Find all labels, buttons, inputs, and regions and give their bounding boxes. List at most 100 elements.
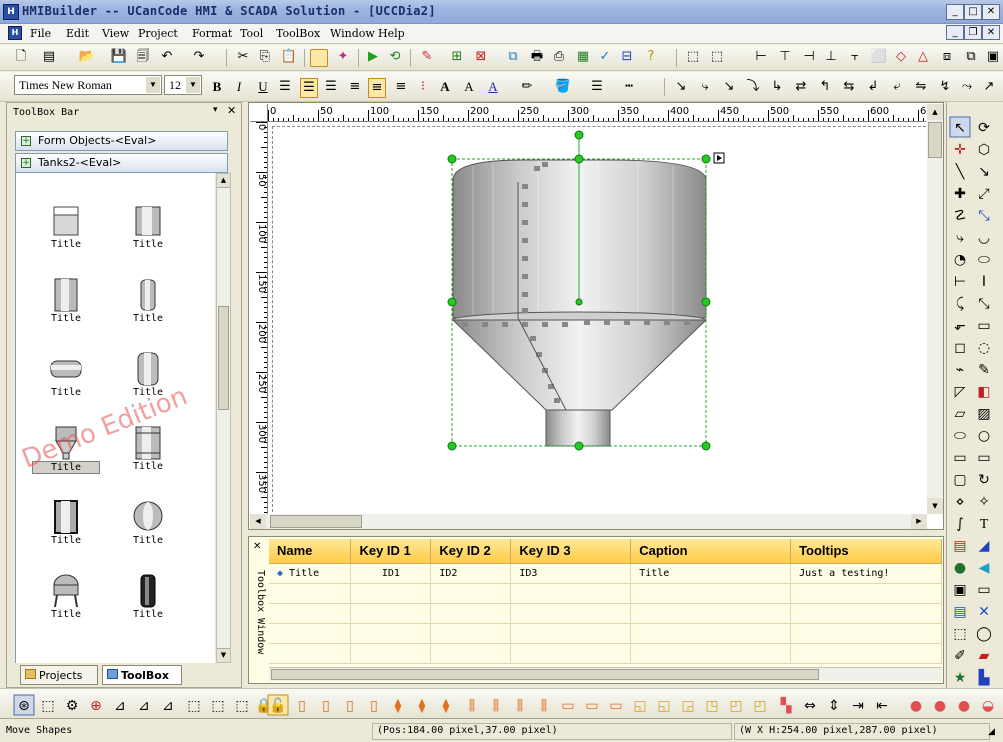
grow-font-icon[interactable]: A (436, 78, 454, 96)
connector-12-icon[interactable]: ↯ (936, 78, 954, 96)
scroll-up-icon[interactable]: ▲ (217, 174, 230, 188)
close-panel-icon[interactable]: ✕ (227, 104, 236, 117)
table-row[interactable] (269, 583, 942, 604)
page-setup-icon[interactable]: ⎙ (550, 48, 568, 66)
col-caption[interactable]: Caption (630, 539, 792, 564)
toolbox-scrollbar[interactable]: ▲ ▼ (216, 173, 231, 663)
connector-13-icon[interactable]: ⤳ (958, 78, 976, 96)
underline-button[interactable]: U (254, 78, 272, 96)
cell-tooltips[interactable]: Just a testing! (790, 563, 942, 584)
tank-item[interactable]: Title (34, 277, 98, 324)
group-tanks2[interactable]: + Tanks2-<Eval> (15, 153, 228, 173)
scroll-thumb[interactable] (271, 669, 819, 680)
doc-restore-button[interactable]: ❐ (964, 25, 982, 40)
doc-minimize-button[interactable]: _ (946, 25, 964, 40)
format-painter-icon[interactable]: ✓ (596, 48, 614, 66)
print-icon[interactable]: 🖶 (528, 48, 546, 66)
col-key3[interactable]: Key ID 3 (510, 539, 632, 564)
properties-icon[interactable]: ✦ (334, 48, 352, 66)
close-button[interactable]: ✕ (982, 4, 1000, 20)
order-icon[interactable]: ▣ (984, 48, 1002, 66)
menu-tool[interactable]: Tool (240, 27, 263, 40)
group-icon[interactable]: ⧈ (938, 48, 956, 66)
connector-6-icon[interactable]: ⇄ (792, 78, 810, 96)
save-all-icon[interactable]: 🗐 (134, 48, 152, 66)
tab-toolbox[interactable]: ToolBox (102, 665, 182, 685)
menu-edit[interactable]: Edit (66, 27, 89, 40)
col-name[interactable]: Name (269, 539, 352, 564)
cell-key3[interactable]: ID3 (510, 563, 632, 584)
connector-2-icon[interactable]: ⤷ (696, 78, 714, 96)
menu-file[interactable]: File (30, 27, 51, 40)
paste-icon[interactable]: 📋 (280, 48, 298, 66)
valign-bottom-icon[interactable]: ≡ (392, 78, 410, 96)
rotate-icon[interactable]: ◇ (892, 48, 910, 66)
scroll-down-icon[interactable]: ▼ (927, 498, 943, 514)
tank-item[interactable]: Title (116, 351, 180, 398)
menu-window[interactable]: Window (330, 27, 375, 40)
save-icon[interactable]: 💾 (110, 48, 128, 66)
canvas-hscrollbar[interactable]: ◀ ▶ (250, 514, 927, 529)
scroll-down-icon[interactable]: ▼ (217, 648, 230, 662)
cell-key2[interactable]: ID2 (430, 563, 512, 584)
connector-10-icon[interactable]: ⤶ (888, 78, 906, 96)
connector-7-icon[interactable]: ↰ (816, 78, 834, 96)
undo-icon[interactable]: ↶ (158, 48, 176, 66)
canvas-vscrollbar[interactable]: ▲ ▼ (927, 104, 943, 514)
bold-button[interactable]: B (208, 78, 226, 96)
maximize-button[interactable]: □ (964, 4, 982, 20)
tank-item[interactable]: Title (116, 203, 180, 250)
add-page-icon[interactable]: ⊞ (448, 48, 466, 66)
fill-color-icon[interactable]: 🪣 (554, 78, 572, 96)
delete-page-icon[interactable]: ⊠ (472, 48, 490, 66)
line-style-icon[interactable]: ┅ (620, 78, 638, 96)
align-left-text-icon[interactable]: ☰ (276, 78, 294, 96)
copy-icon[interactable]: ⎘ (256, 48, 274, 66)
font-select[interactable]: Times New Roman ▼ (14, 75, 162, 95)
line-color-icon[interactable]: ✏ (518, 78, 536, 96)
align-right-text-icon[interactable]: ☰ (322, 78, 340, 96)
align-left-icon[interactable]: ⊢ (752, 48, 770, 66)
tab-projects[interactable]: Projects (20, 665, 98, 685)
font-size-select[interactable]: 12 ▼ (164, 75, 202, 95)
menu-help[interactable]: Help (378, 27, 405, 40)
table-row[interactable] (269, 603, 942, 624)
justify-icon[interactable]: ≡ (346, 78, 364, 96)
font-color-icon[interactable]: A (484, 78, 502, 96)
grid-icon[interactable]: ▦ (574, 48, 592, 66)
triangle-icon[interactable]: △ (914, 48, 932, 66)
cell-key1[interactable]: ID1 (350, 563, 432, 584)
line-weight-icon[interactable]: ☰ (588, 78, 606, 96)
select-mode-icon[interactable]: ⬚ (684, 48, 702, 66)
tank-item[interactable]: Title (34, 203, 98, 250)
shrink-font-icon[interactable]: A (460, 78, 478, 96)
redo-icon[interactable]: ↷ (190, 48, 208, 66)
cell-name[interactable]: ◆ Title (269, 563, 352, 584)
scroll-up-icon[interactable]: ▲ (927, 104, 943, 120)
help-icon[interactable]: ? (642, 48, 660, 66)
connector-14-icon[interactable]: ↗ (980, 78, 998, 96)
tank-item[interactable]: Title (34, 499, 98, 546)
grid-hscrollbar[interactable] (269, 667, 942, 681)
export-icon[interactable]: ✎ (418, 48, 436, 66)
connector-4-icon[interactable]: ⤵ (744, 78, 762, 96)
align-right-icon[interactable]: ⊣ (800, 48, 818, 66)
doc-close-button[interactable]: ✕ (982, 25, 1000, 40)
scroll-thumb[interactable] (928, 122, 942, 158)
italic-button[interactable]: I (230, 78, 248, 96)
open-icon[interactable]: 📂 (78, 48, 96, 66)
align-center-icon[interactable]: ⊤ (776, 48, 794, 66)
connector-8-icon[interactable]: ⇆ (840, 78, 858, 96)
tank-item[interactable]: Title (116, 573, 180, 620)
layout-icon[interactable] (310, 49, 328, 67)
point-edit-icon[interactable]: ⬚ (708, 48, 726, 66)
bullets-icon[interactable]: ⁝ (414, 78, 432, 96)
close-grid-icon[interactable]: ✕ (253, 541, 261, 552)
layers-icon[interactable]: ⊟ (618, 48, 636, 66)
cell-caption[interactable]: Title (630, 563, 792, 584)
scroll-thumb[interactable] (270, 515, 362, 528)
new-dropdown-icon[interactable]: ▤ (40, 48, 58, 66)
app-icon[interactable]: H (3, 4, 19, 20)
doc-icon[interactable]: H (8, 26, 22, 40)
debug-icon[interactable]: ⟲ (386, 48, 404, 66)
